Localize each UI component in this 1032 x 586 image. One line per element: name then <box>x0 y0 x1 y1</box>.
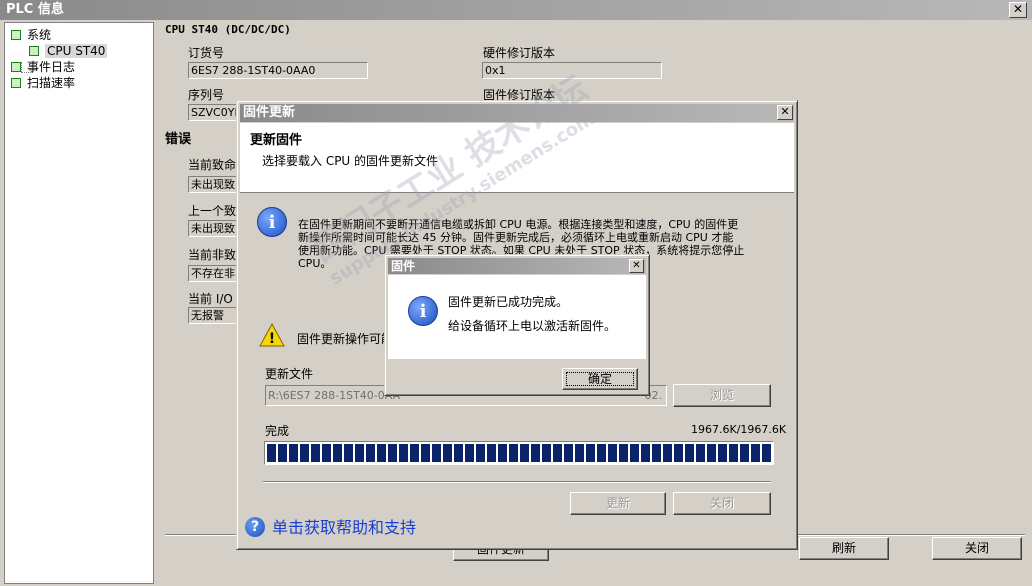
tree-item-event-log[interactable]: 事件日志 <box>11 59 75 75</box>
info-line: 新操作所需时间可能长达 45 分钟。固件更新完成后，必须循环上电或重新启动 CP… <box>298 231 734 244</box>
tree-item-label: 扫描速率 <box>27 76 76 90</box>
message-box-close-button[interactable]: ✕ <box>629 259 644 273</box>
order-number-field: 6ES7 288-1ST40-0AA0 <box>188 62 368 79</box>
message-line-2: 给设备循环上电以激活新固件。 <box>448 319 617 333</box>
update-file-value: R:\6ES7 288-1ST40-0AA <box>268 389 401 402</box>
warning-text: 固件更新操作可能 <box>297 332 394 346</box>
current-io-label: 当前 I/O <box>188 292 233 306</box>
info-icon: i <box>257 207 287 237</box>
firmware-progress-bar <box>264 441 774 465</box>
current-fatal-label: 当前致命 <box>188 158 237 172</box>
message-box-title: 固件 <box>391 259 416 273</box>
progress-fill <box>267 444 771 462</box>
warning-icon: ! <box>259 323 285 347</box>
hw-version-field: 0x1 <box>482 62 662 79</box>
help-icon[interactable]: ? <box>245 517 265 537</box>
dialog-separator <box>263 481 771 483</box>
current-nonfatal-label: 当前非致 <box>188 248 237 262</box>
info-line: 在固件更新期间不要断开通信电缆或拆卸 CPU 电源。根据连接类型和速度，CPU … <box>298 218 739 231</box>
tree-item-cpu[interactable]: CPU ST40 <box>29 43 108 59</box>
dialog-close-action-button[interactable]: 关闭 <box>673 492 771 515</box>
ok-button[interactable]: 确定 <box>562 368 638 390</box>
info-icon: i <box>408 296 438 326</box>
module-icon <box>29 46 39 56</box>
errors-heading: 错误 <box>165 132 192 147</box>
cpu-title: CPU ST40 (DC/DC/DC) <box>165 23 291 36</box>
nav-tree: 系统 CPU ST40 事件日志 扫描速率 <box>4 22 154 584</box>
dialog-header-subtitle: 选择要载入 CPU 的固件更新文件 <box>262 154 439 168</box>
dialog-title: 固件更新 <box>243 105 296 120</box>
update-button[interactable]: 更新 <box>570 492 666 515</box>
update-file-label: 更新文件 <box>265 367 314 381</box>
progress-text: 1967.6K/1967.6K <box>691 423 787 436</box>
serial-label: 序列号 <box>188 88 225 102</box>
help-link[interactable]: 单击获取帮助和支持 <box>272 519 416 537</box>
tree-item-system[interactable]: 系统 <box>11 27 51 43</box>
refresh-button[interactable]: 刷新 <box>799 537 889 560</box>
dialog-titlebar: 固件更新 <box>240 104 794 122</box>
tree-item-label: CPU ST40 <box>45 44 108 58</box>
dialog-header: 更新固件 选择要载入 CPU 的固件更新文件 <box>240 123 794 193</box>
dialog-close-button[interactable]: ✕ <box>777 105 793 120</box>
tree-item-label: 事件日志 <box>27 60 76 74</box>
message-box: 固件 ✕ i 固件更新已成功完成。 给设备循环上电以激活新固件。 确定 <box>384 254 650 396</box>
window-title: PLC 信息 <box>6 2 64 17</box>
tree-item-scan-rate[interactable]: 扫描速率 <box>11 75 75 91</box>
complete-label: 完成 <box>265 424 290 438</box>
window-titlebar: PLC 信息 <box>0 0 1032 20</box>
hw-version-label: 硬件修订版本 <box>483 46 556 60</box>
main-close-button[interactable]: 关闭 <box>932 537 1022 560</box>
module-icon <box>11 62 21 72</box>
svg-text:!: ! <box>269 331 275 347</box>
browse-button[interactable]: 浏览 <box>673 384 771 407</box>
dialog-header-title: 更新固件 <box>250 133 303 148</box>
window-close-button[interactable]: ✕ <box>1009 2 1027 18</box>
message-box-body: i 固件更新已成功完成。 给设备循环上电以激活新固件。 <box>388 275 646 359</box>
message-line-1: 固件更新已成功完成。 <box>448 295 569 309</box>
tree-item-label: 系统 <box>27 28 52 42</box>
order-number-label: 订货号 <box>188 46 225 60</box>
last-fatal-label: 上一个致 <box>188 204 237 218</box>
message-box-titlebar: 固件 <box>388 258 646 274</box>
module-icon <box>11 30 21 40</box>
module-icon <box>11 78 21 88</box>
